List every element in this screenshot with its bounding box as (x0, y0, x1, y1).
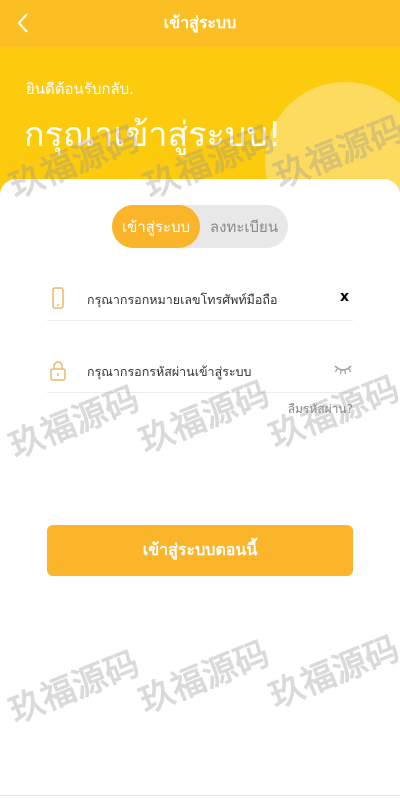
chevron-left-icon (17, 13, 28, 33)
back-button[interactable] (10, 10, 36, 36)
top-bar: เข้าสู่ระบบ (0, 0, 400, 47)
login-card: เข้าสู่ระบบ ลงทะเบียน กรุณากรอกหมายเลขโท… (0, 179, 400, 799)
password-input[interactable]: กรุณากรอกรหัสผ่านเข้าสู่ระบบ (87, 362, 252, 382)
page-title: เข้าสู่ระบบ (163, 13, 237, 32)
phone-field[interactable]: กรุณากรอกหมายเลขโทรศัพท์มือถือ x (47, 278, 353, 321)
welcome-text: ยินดีต้อนรับกลับ. (26, 80, 134, 98)
password-field[interactable]: กรุณากรอกรหัสผ่านเข้าสู่ระบบ (47, 350, 353, 393)
clear-icon[interactable]: x (340, 289, 349, 305)
login-heading: กรุณาเข้าสู่ระบบ! (24, 115, 282, 155)
phone-icon (52, 287, 64, 309)
auth-tabs: เข้าสู่ระบบ ลงทะเบียน (112, 205, 288, 248)
eye-closed-icon[interactable] (333, 362, 353, 376)
phone-input[interactable]: กรุณากรอกหมายเลขโทรศัพท์มือถือ (87, 290, 277, 310)
forgot-password-link[interactable]: ลืมรหัสผ่าน? (288, 400, 353, 419)
tab-register[interactable]: ลงทะเบียน (200, 205, 288, 248)
tab-login[interactable]: เข้าสู่ระบบ (112, 205, 200, 248)
lock-icon (50, 361, 66, 381)
divider (0, 795, 400, 796)
login-now-button[interactable]: เข้าสู่ระบบตอนนี้ (47, 525, 353, 576)
